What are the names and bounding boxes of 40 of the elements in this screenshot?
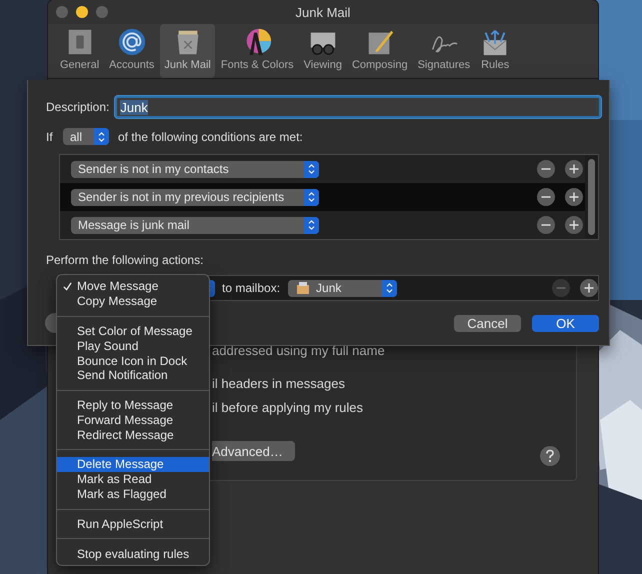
toolbar-tab[interactable]: Fonts & Colors <box>216 24 298 78</box>
ok-button[interactable]: OK <box>532 314 599 332</box>
toolbar-tab[interactable]: Composing <box>348 24 412 78</box>
toolbar-tab[interactable]: Junk Mail <box>160 24 215 78</box>
menu-item[interactable]: Set Color of Message <box>57 324 209 338</box>
condition-popup[interactable]: Sender is not in my contacts <box>71 160 319 178</box>
menu-item[interactable]: Move Message <box>57 279 209 294</box>
condition-popup[interactable]: Sender is not in my previous recipients <box>71 188 319 206</box>
menu-item[interactable]: Mark as Read <box>57 472 209 487</box>
advanced-button[interactable]: Advanced… <box>212 441 295 461</box>
toolbar-tab[interactable]: Viewing <box>300 24 346 78</box>
toolbar-tab[interactable]: Signatures <box>414 24 474 78</box>
if-label: If <box>46 130 54 144</box>
window-title: Junk Mail <box>296 4 350 20</box>
menu-item[interactable]: Redirect Message <box>57 427 209 442</box>
option-label: il before applying my rules <box>212 400 364 416</box>
actions-label: Perform the following actions: <box>46 253 204 267</box>
menu-item[interactable]: Play Sound <box>57 338 209 354</box>
menu-item[interactable]: Stop evaluating rules <box>57 546 209 561</box>
menu-item[interactable]: Run AppleScript <box>57 516 209 532</box>
description-label: Description: <box>46 100 110 114</box>
toolbar-tab[interactable]: Rules <box>476 24 514 78</box>
option-label: il headers in messages <box>212 376 346 392</box>
conditions-label: of the following conditions are met: <box>118 130 303 144</box>
menu-item[interactable]: Forward Message <box>57 412 209 428</box>
menu-item[interactable]: Send Notification <box>57 368 209 383</box>
menu-item[interactable]: Copy Message <box>57 294 209 309</box>
toolbar-tab[interactable]: Accounts <box>105 24 158 78</box>
menu-item[interactable]: Delete Message <box>57 457 209 472</box>
option-label: addressed using my full name <box>212 343 386 359</box>
menu-item[interactable]: Mark as Flagged <box>57 486 209 502</box>
mailbox-popup[interactable]: Junk <box>288 280 398 296</box>
toolbar-tab[interactable]: General <box>56 24 104 78</box>
description-field[interactable]: Junk <box>115 96 601 118</box>
mailbox-label: to mailbox: <box>222 281 280 295</box>
menu-item[interactable]: Bounce Icon in Dock <box>57 353 209 368</box>
menu-item[interactable]: Reply to Message <box>57 398 209 413</box>
cancel-button[interactable]: Cancel <box>454 314 521 332</box>
match-popup[interactable]: all <box>63 128 109 145</box>
condition-popup[interactable]: Message is junk mail <box>71 216 319 234</box>
